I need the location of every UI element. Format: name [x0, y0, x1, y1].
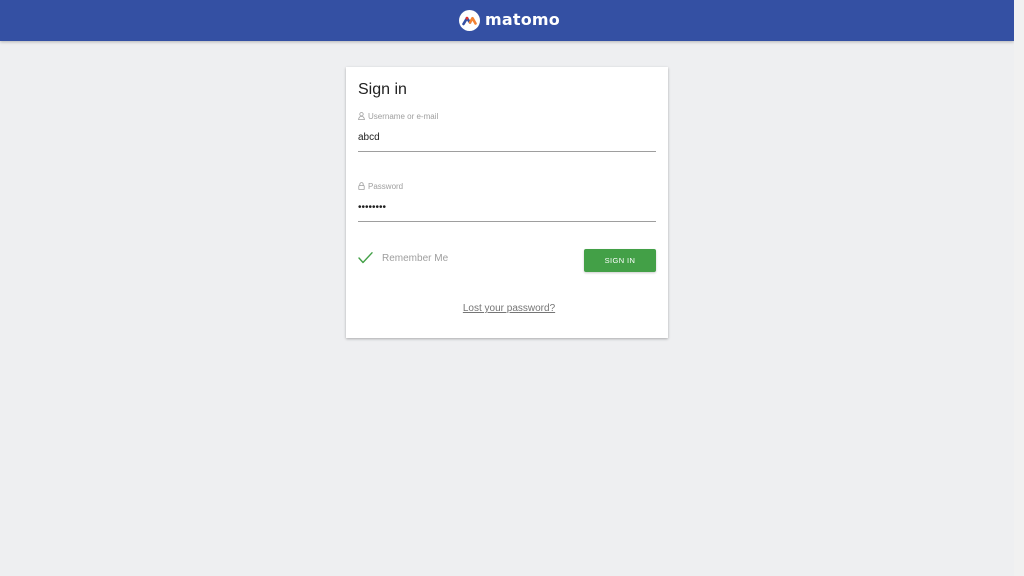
remember-me-checkbox[interactable]: Remember Me — [358, 252, 448, 264]
username-label: Username or e-mail — [368, 111, 439, 121]
lost-password-link[interactable]: Lost your password? — [463, 303, 555, 314]
matomo-logo-icon — [459, 9, 480, 31]
brand-name: matomo — [485, 10, 560, 29]
signin-card: Sign in Username or e-mail Password Reme… — [346, 67, 668, 338]
lost-password-row: Lost your password? — [346, 303, 672, 314]
lock-icon — [358, 182, 365, 190]
remember-me-label: Remember Me — [382, 252, 449, 264]
password-input[interactable] — [358, 199, 656, 222]
user-icon — [358, 112, 365, 120]
card-title: Sign in — [358, 81, 407, 98]
password-label: Password — [368, 181, 404, 191]
password-label-row: Password — [358, 181, 656, 191]
username-input[interactable] — [358, 129, 656, 152]
sign-in-button[interactable]: SIGN IN — [584, 249, 656, 272]
top-header: matomo — [0, 0, 1014, 41]
password-field: Password — [358, 181, 656, 222]
page-scrollbar[interactable] — [1014, 0, 1024, 576]
checkmark-icon — [358, 252, 373, 264]
username-field: Username or e-mail — [358, 111, 656, 152]
matomo-logo[interactable]: matomo — [459, 9, 560, 31]
username-label-row: Username or e-mail — [358, 111, 656, 121]
